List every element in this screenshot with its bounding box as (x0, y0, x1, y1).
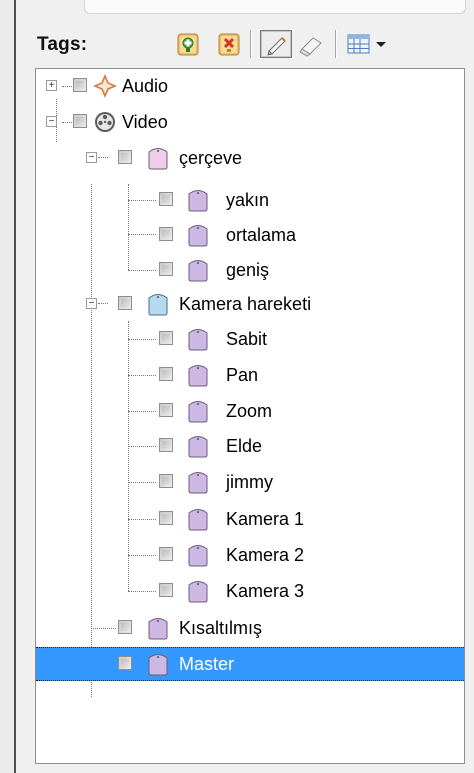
pencil-icon[interactable] (260, 30, 292, 58)
add-tag-icon[interactable] (175, 30, 201, 58)
checkbox[interactable] (159, 403, 173, 417)
eraser-icon[interactable] (297, 30, 327, 58)
toolbar-separator (335, 30, 337, 58)
tree-item-sabit[interactable]: Sabit (36, 322, 464, 356)
tags-tree[interactable]: + Audio − Video − çerçeve yakın ortalama… (35, 68, 465, 764)
tag-icon (188, 401, 208, 423)
tree-item-elde[interactable]: Elde (36, 429, 464, 463)
tag-icon (148, 654, 168, 676)
tree-item-kisaltilmis[interactable]: Kısaltılmış (36, 611, 464, 645)
expand-icon[interactable]: + (46, 80, 57, 91)
checkbox[interactable] (159, 262, 173, 276)
tree-item-label: Kamera 1 (226, 509, 305, 529)
splitter[interactable] (14, 0, 16, 773)
checkbox[interactable] (159, 227, 173, 241)
dropdown-arrow-icon[interactable] (374, 30, 388, 58)
tag-icon (188, 436, 208, 458)
tree-item-audio[interactable]: + Audio (36, 69, 464, 103)
tree-item-label: ortalama (226, 225, 297, 245)
tag-icon (188, 472, 208, 494)
checkbox[interactable] (159, 331, 173, 345)
checkbox[interactable] (159, 511, 173, 525)
remove-tag-icon[interactable] (216, 30, 242, 58)
tree-item-label: Elde (226, 436, 263, 456)
tree-item-label: Audio (122, 76, 169, 96)
left-panel-edge (0, 0, 14, 773)
tree-item-label: Kamera hareketi (179, 294, 312, 314)
upper-panel-bottom (84, 0, 466, 14)
tree-item-label: Sabit (226, 329, 268, 349)
tree-item-label: yakın (226, 190, 270, 210)
audio-icon (93, 74, 117, 98)
checkbox[interactable] (159, 438, 173, 452)
tree-item-ortalama[interactable]: ortalama (36, 218, 464, 252)
checkbox[interactable] (159, 583, 173, 597)
tree-item-kamera-hareketi[interactable]: − Kamera hareketi (36, 287, 464, 321)
film-reel-icon (95, 112, 115, 132)
tree-item-cerceve[interactable]: − çerçeve (36, 141, 464, 175)
tree-item-kamera-1[interactable]: Kamera 1 (36, 502, 464, 536)
tree-item-master[interactable]: Master (36, 647, 464, 681)
tree-item-pan[interactable]: Pan (36, 358, 464, 392)
tag-icon (188, 329, 208, 351)
tree-item-label: Kamera 3 (226, 581, 305, 601)
tag-icon (188, 581, 208, 603)
tree-item-label: Video (122, 112, 168, 132)
tree-item-label: Pan (226, 365, 259, 385)
checkbox[interactable] (159, 192, 173, 206)
tree-item-kamera-2[interactable]: Kamera 2 (36, 538, 464, 572)
tree-item-label: Kısaltılmış (179, 618, 263, 638)
collapse-icon[interactable]: − (86, 298, 97, 309)
collapse-icon[interactable]: − (86, 152, 97, 163)
tree-item-label: Master (179, 654, 235, 674)
collapse-icon[interactable]: − (46, 116, 57, 127)
checkbox[interactable] (118, 656, 132, 670)
checkbox[interactable] (73, 78, 87, 92)
tree-item-label: jimmy (226, 472, 273, 492)
tree-item-video[interactable]: − Video (36, 105, 464, 139)
tag-icon (148, 618, 168, 640)
tag-icon (188, 190, 208, 212)
tree-item-label: çerçeve (179, 148, 243, 168)
tags-label: Tags: (37, 34, 88, 55)
checkbox[interactable] (159, 474, 173, 488)
tag-icon (188, 545, 208, 567)
tags-toolbar: Tags: (16, 18, 474, 68)
tree-item-zoom[interactable]: Zoom (36, 394, 464, 428)
tree-item-label: Kamera 2 (226, 545, 305, 565)
tag-icon (148, 148, 168, 170)
toolbar-separator (250, 30, 252, 58)
checkbox[interactable] (73, 114, 87, 128)
tree-item-genis[interactable]: geniş (36, 253, 464, 287)
tree-item-label: geniş (226, 260, 270, 280)
tree-item-label: Zoom (226, 401, 273, 421)
tree-item-jimmy[interactable]: jimmy (36, 465, 464, 499)
checkbox[interactable] (159, 547, 173, 561)
list-view-icon[interactable] (345, 30, 373, 58)
checkbox[interactable] (118, 296, 132, 310)
tag-icon (188, 225, 208, 247)
tree-item-yakin[interactable]: yakın (36, 183, 464, 217)
tag-icon (188, 365, 208, 387)
checkbox[interactable] (118, 150, 132, 164)
tag-icon (148, 294, 168, 316)
checkbox[interactable] (118, 620, 132, 634)
tag-icon (188, 509, 208, 531)
checkbox[interactable] (159, 367, 173, 381)
tag-icon (188, 260, 208, 282)
tree-item-kamera-3[interactable]: Kamera 3 (36, 574, 464, 608)
